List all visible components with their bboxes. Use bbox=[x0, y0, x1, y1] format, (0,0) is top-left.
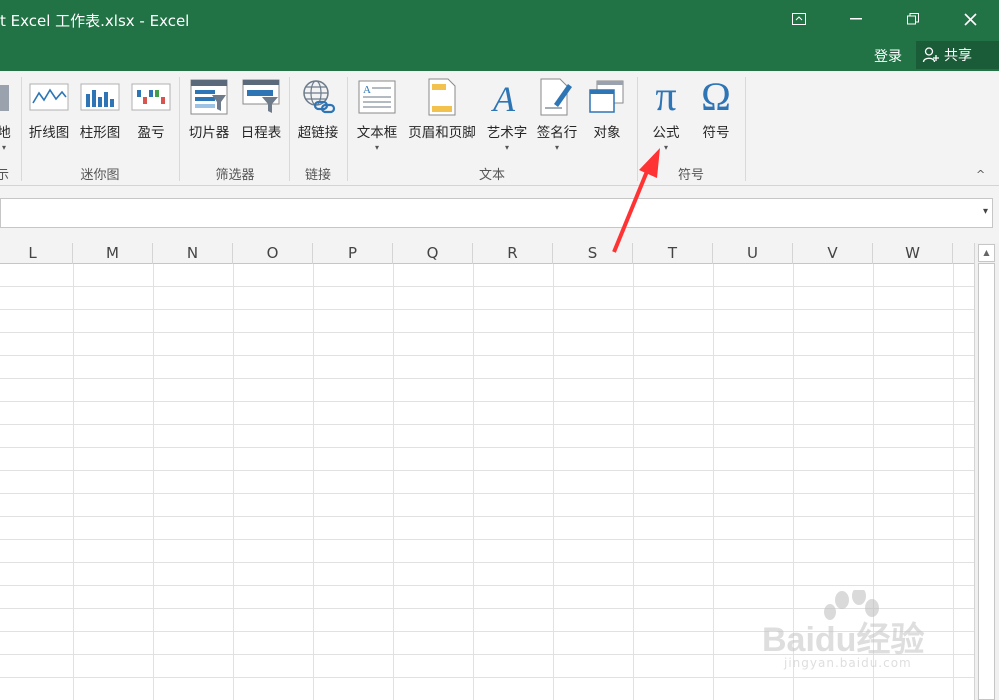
textbox-label: 文本框 bbox=[356, 125, 398, 141]
share-label: 共享 bbox=[944, 48, 972, 64]
slicer-icon bbox=[189, 77, 229, 117]
sparkline-column-button[interactable]: 柱形图 bbox=[76, 77, 124, 155]
sparkline-column-icon bbox=[80, 77, 120, 117]
collapse-ribbon-button[interactable]: ^ bbox=[976, 168, 985, 181]
close-icon bbox=[963, 12, 977, 26]
minimize-button[interactable] bbox=[836, 0, 876, 38]
svg-text:A: A bbox=[491, 79, 516, 116]
3d-map-button[interactable]: 地 ▾ bbox=[0, 77, 16, 155]
group-label-links: 链接 bbox=[304, 168, 331, 183]
textbox-button[interactable]: A 文本框 ▾ bbox=[350, 77, 404, 155]
equation-label: 公式 bbox=[652, 125, 680, 141]
slicer-button[interactable]: 切片器 bbox=[183, 77, 235, 155]
share-person-icon bbox=[922, 47, 939, 63]
hyperlink-label: 超链接 bbox=[297, 125, 339, 141]
column-header-n[interactable]: N bbox=[153, 243, 233, 264]
header-footer-label: 页眉和页脚 bbox=[408, 125, 476, 141]
ribbon-display-icon bbox=[792, 13, 806, 25]
sparkline-winloss-label: 盈亏 bbox=[137, 125, 165, 141]
window-title: t Excel 工作表.xlsx - Excel bbox=[0, 12, 190, 30]
column-header-u[interactable]: U bbox=[713, 243, 793, 264]
group-divider bbox=[347, 77, 348, 181]
group-divider bbox=[289, 77, 290, 181]
column-headers: L M N O P Q R S T U V W bbox=[0, 243, 974, 264]
column-header-p[interactable]: P bbox=[313, 243, 393, 264]
pi-icon: π bbox=[646, 74, 686, 120]
group-label-filters: 筛选器 bbox=[215, 168, 255, 183]
column-header-l[interactable]: L bbox=[0, 243, 73, 264]
chevron-down-icon: ▾ bbox=[1, 143, 6, 152]
login-link[interactable]: 登录 bbox=[874, 46, 902, 66]
timeline-label: 日程表 bbox=[240, 125, 282, 141]
share-button[interactable]: 共享 bbox=[916, 41, 999, 69]
sparkline-line-label: 折线图 bbox=[28, 125, 70, 141]
signature-line-icon bbox=[537, 77, 577, 117]
sparkline-column-label: 柱形图 bbox=[79, 125, 121, 141]
title-bar: t Excel 工作表.xlsx - Excel 登录 共享 bbox=[0, 0, 999, 71]
3d-map-label: 地 bbox=[0, 125, 11, 141]
formula-input[interactable]: ▾ bbox=[0, 198, 993, 228]
column-header-r[interactable]: R bbox=[473, 243, 553, 264]
header-footer-button[interactable]: 页眉和页脚 bbox=[402, 77, 482, 155]
column-header-q[interactable]: Q bbox=[393, 243, 473, 264]
column-header-m[interactable]: M bbox=[73, 243, 153, 264]
slicer-label: 切片器 bbox=[188, 125, 230, 141]
omega-glyph: Ω bbox=[701, 74, 731, 119]
timeline-icon bbox=[241, 77, 281, 117]
restore-button[interactable] bbox=[893, 0, 933, 38]
chevron-down-icon: ▾ bbox=[554, 143, 559, 152]
group-label-text: 文本 bbox=[478, 168, 505, 183]
symbol-button[interactable]: Ω 符号 bbox=[692, 77, 740, 155]
close-button[interactable] bbox=[950, 0, 990, 38]
group-divider bbox=[745, 77, 746, 181]
scroll-thumb[interactable] bbox=[978, 263, 995, 700]
sparkline-line-icon bbox=[29, 77, 69, 117]
column-header-o[interactable]: O bbox=[233, 243, 313, 264]
header-footer-icon bbox=[422, 77, 462, 117]
group-divider bbox=[179, 77, 180, 181]
sparkline-winloss-button[interactable]: 盈亏 bbox=[127, 77, 175, 155]
object-label: 对象 bbox=[593, 125, 621, 141]
omega-icon: Ω bbox=[696, 77, 736, 117]
vertical-scrollbar[interactable]: ▲ bbox=[974, 243, 999, 700]
formula-area: ▾ bbox=[0, 186, 999, 244]
signature-line-label: 签名行 bbox=[536, 125, 578, 141]
group-label-tours: 示 bbox=[0, 168, 10, 183]
timeline-button[interactable]: 日程表 bbox=[235, 77, 287, 155]
wordart-button[interactable]: A 艺术字 ▾ bbox=[482, 77, 532, 155]
column-header-w[interactable]: W bbox=[873, 243, 953, 264]
scroll-up-button[interactable]: ▲ bbox=[978, 244, 995, 262]
group-label-sparklines: 迷你图 bbox=[80, 168, 120, 183]
textbox-icon: A bbox=[357, 77, 397, 117]
pi-glyph: π bbox=[655, 74, 677, 120]
chevron-down-icon: ▾ bbox=[374, 143, 379, 152]
sparkline-winloss-icon bbox=[131, 77, 171, 117]
sparkline-line-button[interactable]: 折线图 bbox=[25, 77, 73, 155]
group-divider bbox=[21, 77, 22, 181]
ribbon-display-options-button[interactable] bbox=[779, 0, 819, 38]
ribbon-insert: 地 ▾ 示 折线图 柱形图 盈亏 迷你图 切片器 日程表 筛选器 超链接 链接 … bbox=[0, 71, 999, 186]
annotation-arrow bbox=[612, 148, 660, 253]
minimize-icon bbox=[850, 18, 862, 20]
hyperlink-button[interactable]: 超链接 bbox=[292, 77, 344, 155]
baidu-jingyan-watermark: Baidu经验 jingyan.baidu.com bbox=[762, 587, 952, 684]
svg-text:A: A bbox=[363, 84, 371, 96]
restore-icon bbox=[907, 13, 919, 25]
wordart-label: 艺术字 bbox=[486, 125, 528, 141]
chevron-down-icon: ▾ bbox=[504, 143, 509, 152]
signature-line-button[interactable]: 签名行 ▾ bbox=[532, 77, 582, 155]
watermark-brand: Baidu经验 bbox=[762, 621, 925, 659]
column-header-v[interactable]: V bbox=[793, 243, 873, 264]
symbol-label: 符号 bbox=[702, 125, 730, 141]
wordart-icon: A bbox=[487, 77, 527, 117]
object-icon bbox=[587, 77, 627, 117]
watermark-url: jingyan.baidu.com bbox=[784, 656, 912, 670]
hyperlink-icon bbox=[298, 77, 338, 117]
expand-formula-bar-button[interactable]: ▾ bbox=[983, 206, 988, 217]
